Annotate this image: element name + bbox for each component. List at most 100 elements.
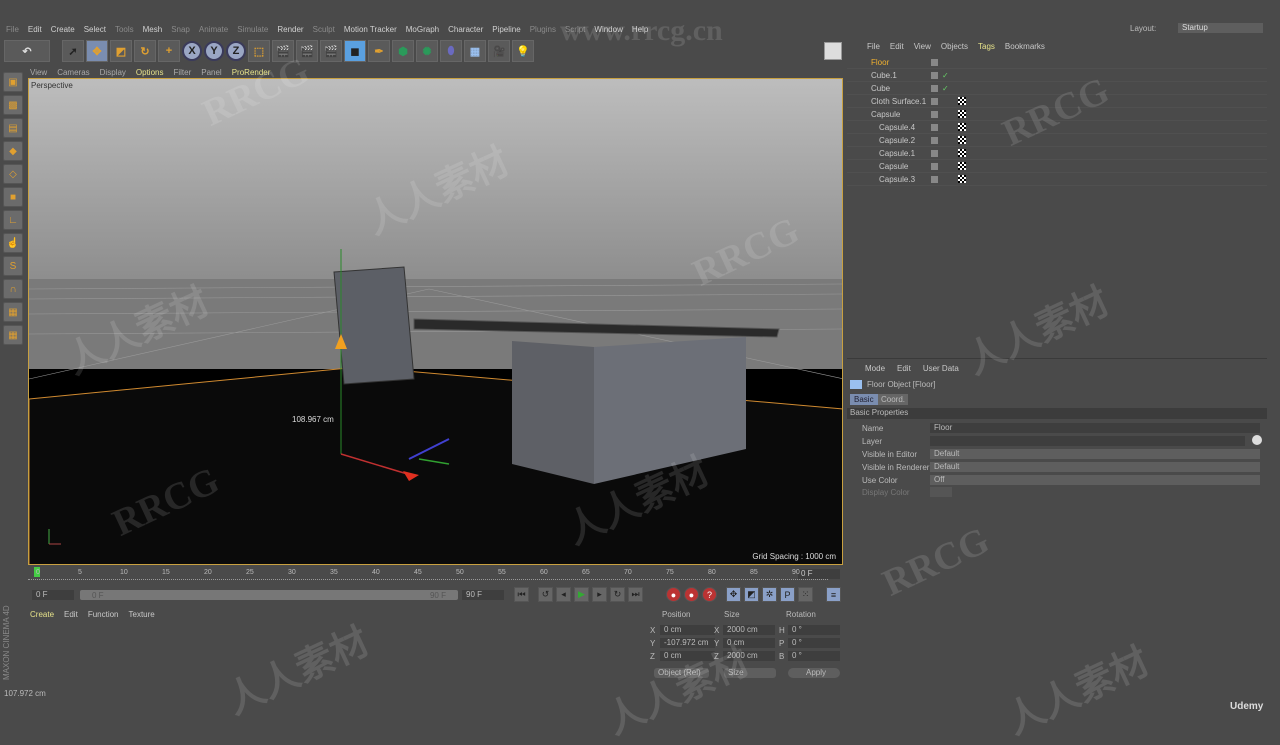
menu-character[interactable]: Character [448,25,483,34]
size-field[interactable]: 0 cm [723,638,775,648]
position-field[interactable]: 0 cm [660,651,715,661]
position-field[interactable]: -107.972 cm [660,638,715,648]
apply-button[interactable]: Apply [788,668,840,678]
end-frame-field[interactable]: 90 F [462,590,504,600]
menu-edit[interactable]: Edit [28,25,42,34]
viewport-menu-filter[interactable]: Filter [173,68,191,77]
enabled-check-icon[interactable]: ✓ [942,84,949,93]
viewport-menu-display[interactable]: Display [100,68,126,77]
go-to-start-button[interactable]: ⏮ [514,587,529,602]
points-mode-icon[interactable]: ◆ [3,141,23,161]
tweak-mode-icon[interactable]: ☝ [3,233,23,253]
previous-frame-button[interactable]: ◂ [556,587,571,602]
rotation-field[interactable]: 0 ° [788,625,840,635]
mat-menu-function[interactable]: Function [88,610,119,619]
object-row-capsule-group[interactable]: Capsule [847,108,1267,121]
om-menu-view[interactable]: View [914,42,931,51]
tab-basic[interactable]: Basic [850,394,878,405]
menu-script[interactable]: Script [565,25,585,34]
visibility-toggle[interactable] [931,58,938,66]
record-active-objects-button[interactable]: ● [666,587,681,602]
om-menu-file[interactable]: File [867,42,880,51]
perspective-viewport[interactable]: Perspective 108.967 cm Grid Spacing : 10… [28,78,843,565]
texture-mode-icon[interactable]: ▩ [3,95,23,115]
autokeying-button[interactable]: ● [684,587,699,602]
menu-tools[interactable]: Tools [115,25,134,34]
record-point-level-button[interactable]: ⁙ [798,587,813,602]
om-menu-tags[interactable]: Tags [978,42,995,51]
timeline-ruler[interactable]: 0 F 0 5 10 15 20 25 30 35 40 45 50 55 60 65 70 75 80 85 90 [28,566,843,582]
om-menu-edit[interactable]: Edit [890,42,904,51]
am-menu-user-data[interactable]: User Data [923,364,959,373]
material-tag-icon[interactable] [958,123,966,131]
enabled-check-icon[interactable]: ✓ [942,71,949,80]
object-row-capsule-4[interactable]: Capsule.4 [847,121,1267,134]
render-picture-viewer-button[interactable]: 🎬 [296,40,318,62]
record-parameter-button[interactable]: P [780,587,795,602]
size-field[interactable]: 2000 cm [723,651,775,661]
subdivision-button[interactable]: ⬢ [392,40,414,62]
model-mode-icon[interactable]: ▣ [3,72,23,92]
keyframe-selection-button[interactable]: ? [702,587,717,602]
menu-sculpt[interactable]: Sculpt [313,25,335,34]
visibility-toggle[interactable] [931,123,938,131]
menu-create[interactable]: Create [51,25,75,34]
material-tag-icon[interactable] [958,162,966,170]
object-row-cube[interactable]: Cube ✓ [847,82,1267,95]
camera-button[interactable]: 🎥 [488,40,510,62]
cloner-button[interactable]: ✺ [416,40,438,62]
material-tag-icon[interactable] [958,136,966,144]
viewport-menu-options[interactable]: Options [136,68,164,77]
material-tag-icon[interactable] [958,175,966,183]
menu-select[interactable]: Select [84,25,106,34]
layout-dropdown[interactable]: Startup [1178,23,1263,33]
recent-tools-button[interactable]: + [158,40,180,62]
menu-mesh[interactable]: Mesh [143,25,163,34]
rotation-field[interactable]: 0 ° [788,651,840,661]
current-frame-field[interactable]: 0 F [798,569,840,579]
menu-animate[interactable]: Animate [199,25,228,34]
start-frame-field[interactable]: 0 F [32,590,74,600]
frame-range-slider[interactable]: 0 F 90 F [80,590,458,600]
mat-menu-create[interactable]: Create [30,610,54,619]
am-menu-mode[interactable]: Mode [865,364,885,373]
record-rotation-button[interactable]: ✲ [762,587,777,602]
material-tag-icon[interactable] [958,110,966,118]
snap-icon[interactable]: S [3,256,23,276]
material-tag-icon[interactable] [958,149,966,157]
display-color-swatch[interactable] [930,487,952,497]
visible-in-editor-dropdown[interactable]: Default [930,449,1260,459]
light-button[interactable]: 💡 [512,40,534,62]
menu-snap[interactable]: Snap [171,25,190,34]
material-tag-icon[interactable] [958,97,966,105]
visibility-toggle[interactable] [931,84,938,92]
om-menu-objects[interactable]: Objects [941,42,968,51]
next-frame-button[interactable]: ▸ [592,587,607,602]
panel-layout-icon[interactable] [824,42,842,60]
magnet-icon[interactable]: ∩ [3,279,23,299]
render-settings-button[interactable]: 🎬 [320,40,342,62]
menu-mograph[interactable]: MoGraph [406,25,439,34]
timeline-settings-button[interactable]: ≡ [826,587,841,602]
viewport-menu-prorender[interactable]: ProRender [232,68,271,77]
undo-button[interactable]: ↶ [4,40,50,62]
locked-workplane-icon[interactable]: ▦ [3,325,23,345]
object-row-cloth-surface-1[interactable]: Cloth Surface.1 [847,95,1267,108]
mat-menu-edit[interactable]: Edit [64,610,78,619]
y-axis-lock-button[interactable]: Y [204,41,224,61]
menu-simulate[interactable]: Simulate [237,25,268,34]
menu-motion-tracker[interactable]: Motion Tracker [344,25,397,34]
visible-in-renderer-dropdown[interactable]: Default [930,462,1260,472]
menu-pipeline[interactable]: Pipeline [492,25,520,34]
record-position-button[interactable]: ✥ [726,587,741,602]
object-row-capsule-1[interactable]: Capsule.1 [847,147,1267,160]
pen-spline-button[interactable]: ✒ [368,40,390,62]
menu-window[interactable]: Window [594,25,622,34]
menu-file[interactable]: File [6,25,19,34]
cube-object-button[interactable]: ◼ [344,40,366,62]
polygons-mode-icon[interactable]: ■ [3,187,23,207]
visibility-toggle[interactable] [931,97,938,105]
visibility-toggle[interactable] [931,71,938,79]
layer-field[interactable] [930,436,1245,446]
edges-mode-icon[interactable]: ◇ [3,164,23,184]
